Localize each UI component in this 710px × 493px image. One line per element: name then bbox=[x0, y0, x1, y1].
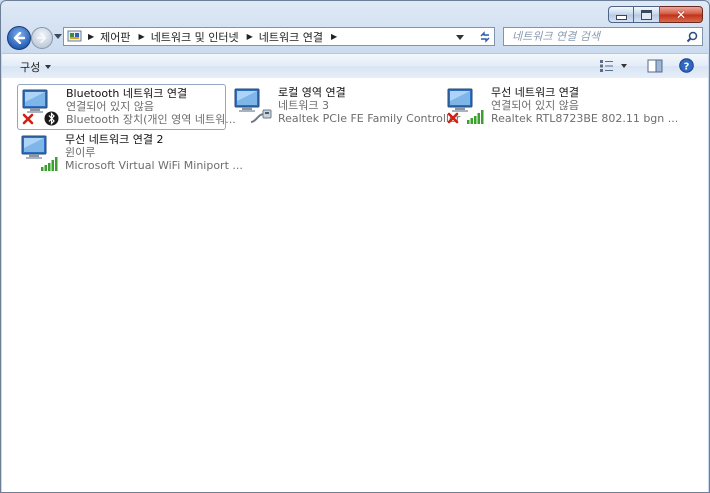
disconnected-x-icon bbox=[447, 112, 459, 124]
connection-wireless[interactable]: 무선 네트워크 연결 연결되어 있지 않음 Realtek RTL8723BE … bbox=[443, 84, 678, 130]
maximize-icon bbox=[641, 9, 652, 20]
connections-list: Bluetooth 네트워크 연결 연결되어 있지 않음 Bluetooth 장… bbox=[2, 78, 708, 492]
wifi-signal-icon bbox=[41, 157, 58, 171]
chevron-down-icon bbox=[45, 65, 52, 69]
connection-text: 무선 네트워크 연결 2 윈이루 Microsoft Virtual WiFi … bbox=[65, 133, 243, 177]
navigation-bar: ▶ 제어판 ▶ 네트워크 및 인터넷 ▶ 네트워크 연결 ▶ bbox=[1, 25, 709, 51]
connection-text: Bluetooth 네트워크 연결 연결되어 있지 않음 Bluetooth 장… bbox=[66, 87, 236, 129]
minimize-icon bbox=[615, 15, 627, 20]
network-adapter-icon bbox=[19, 133, 59, 173]
disconnected-x-icon bbox=[22, 113, 34, 125]
arrow-left-icon bbox=[13, 32, 25, 44]
search-box[interactable] bbox=[503, 27, 703, 46]
connection-device: Bluetooth 장치(개인 영역 네트워... bbox=[66, 113, 236, 126]
help-button[interactable]: ? bbox=[679, 58, 694, 73]
close-button[interactable]: ✕ bbox=[660, 6, 703, 23]
breadcrumb-network-internet[interactable]: 네트워크 및 인터넷 bbox=[151, 29, 239, 45]
connection-status: 연결되어 있지 않음 bbox=[66, 100, 154, 113]
recent-pages-dropdown[interactable] bbox=[54, 34, 62, 39]
view-options-button[interactable] bbox=[599, 59, 627, 73]
toolbar-right: ? bbox=[599, 58, 694, 73]
command-bar: 구성 ? bbox=[2, 53, 708, 79]
connection-name: 로컬 영역 연결 bbox=[278, 86, 346, 99]
connection-wireless-2[interactable]: 무선 네트워크 연결 2 윈이루 Microsoft Virtual WiFi … bbox=[17, 131, 243, 177]
connection-name: 무선 네트워크 연결 bbox=[491, 86, 579, 99]
connection-name: 무선 네트워크 연결 2 bbox=[65, 133, 164, 146]
connection-name: Bluetooth 네트워크 연결 bbox=[66, 87, 188, 100]
minimize-button[interactable] bbox=[608, 6, 634, 23]
chevron-down-icon bbox=[621, 63, 627, 68]
network-adapter-icon bbox=[232, 86, 272, 126]
caption-buttons: ✕ bbox=[608, 6, 703, 23]
control-panel-icon bbox=[67, 30, 83, 44]
explorer-window: ✕ ▶ 제어판 ▶ 네트워크 및 인터넷 ▶ 네트워크 연결 ▶ 네트워크 연결… bbox=[0, 0, 710, 493]
connection-bluetooth[interactable]: Bluetooth 네트워크 연결 연결되어 있지 않음 Bluetooth 장… bbox=[17, 84, 236, 130]
chevron-right-icon[interactable]: ▶ bbox=[88, 32, 94, 41]
connection-status: 연결되어 있지 않음 bbox=[491, 99, 579, 112]
address-history-dropdown[interactable] bbox=[456, 35, 464, 40]
forward-button[interactable] bbox=[31, 27, 53, 49]
connection-device: Microsoft Virtual WiFi Miniport ... bbox=[65, 159, 243, 172]
preview-pane-button[interactable] bbox=[647, 59, 663, 73]
breadcrumb-control-panel[interactable]: 제어판 bbox=[100, 29, 130, 45]
change-view-icon bbox=[600, 59, 613, 72]
close-icon: ✕ bbox=[675, 7, 687, 22]
arrow-right-icon bbox=[37, 33, 47, 43]
refresh-button[interactable] bbox=[475, 27, 495, 46]
help-icon: ? bbox=[679, 58, 694, 73]
connection-status: 네트워크 3 bbox=[278, 99, 329, 112]
network-adapter-icon bbox=[445, 86, 485, 126]
organize-label: 구성 bbox=[20, 61, 41, 74]
connection-text: 로컬 영역 연결 네트워크 3 Realtek PCIe FE Family C… bbox=[278, 86, 460, 130]
network-adapter-icon bbox=[20, 87, 60, 127]
connection-device: Realtek PCIe FE Family Controller bbox=[278, 112, 461, 125]
organize-button[interactable]: 구성 bbox=[20, 59, 52, 75]
search-input[interactable] bbox=[510, 29, 686, 44]
refresh-icon bbox=[480, 30, 489, 43]
preview-pane-icon bbox=[647, 59, 663, 72]
connection-device: Realtek RTL8723BE 802.11 bgn ... bbox=[491, 112, 679, 125]
chevron-right-icon[interactable]: ▶ bbox=[331, 32, 337, 41]
maximize-button[interactable] bbox=[634, 6, 660, 23]
chevron-right-icon[interactable]: ▶ bbox=[139, 32, 145, 41]
bluetooth-icon bbox=[44, 111, 59, 126]
ethernet-cable-icon bbox=[250, 109, 272, 123]
back-button[interactable] bbox=[7, 26, 31, 50]
wifi-signal-icon bbox=[467, 110, 484, 124]
connection-text: 무선 네트워크 연결 연결되어 있지 않음 Realtek RTL8723BE … bbox=[491, 86, 678, 130]
chevron-right-icon[interactable]: ▶ bbox=[247, 32, 253, 41]
connection-status: 윈이루 bbox=[65, 146, 96, 159]
svg-text:?: ? bbox=[684, 61, 690, 72]
address-bar[interactable]: ▶ 제어판 ▶ 네트워크 및 인터넷 ▶ 네트워크 연결 ▶ bbox=[63, 27, 495, 46]
breadcrumb-network-connections[interactable]: 네트워크 연결 bbox=[259, 29, 323, 45]
search-icon[interactable] bbox=[686, 31, 698, 43]
connection-local-area[interactable]: 로컬 영역 연결 네트워크 3 Realtek PCIe FE Family C… bbox=[230, 84, 460, 130]
